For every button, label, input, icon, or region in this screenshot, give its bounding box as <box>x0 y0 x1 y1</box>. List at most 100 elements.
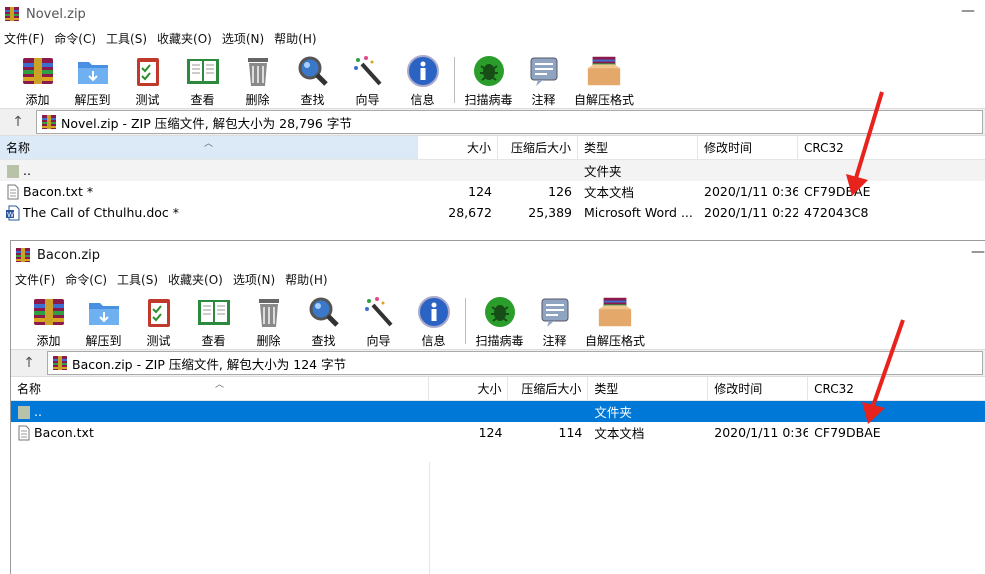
delete-button[interactable]: 删除 <box>230 53 285 108</box>
winrar-app-icon <box>16 248 30 262</box>
row-name: Bacon.txt * <box>23 184 94 199</box>
menu-tools[interactable]: 工具(S) <box>104 30 153 47</box>
column-header-type[interactable]: 类型 <box>578 136 698 159</box>
address-bar: ↑ Bacon.zip - ZIP 压缩文件, 解包大小为 124 字节 <box>11 349 985 377</box>
winrar-app-icon <box>5 7 19 21</box>
extract-folder-icon <box>74 53 112 89</box>
column-header-type[interactable]: 类型 <box>588 377 709 400</box>
file-list: .. 文件夹 Bacon.txt 124 114 文本文档 2020/1/11 … <box>11 401 985 443</box>
row-size <box>418 160 498 181</box>
comment-label: 注释 <box>531 93 556 107</box>
find-button[interactable]: 查找 <box>296 294 351 349</box>
table-row[interactable]: Bacon.txt * 124 126 文本文档 2020/1/11 0:36 … <box>0 181 985 202</box>
minimize-button[interactable]: — <box>971 244 985 260</box>
column-header-packed[interactable]: 压缩后大小 <box>498 136 578 159</box>
row-packed: 25,389 <box>528 205 572 220</box>
column-header-modified[interactable]: 修改时间 <box>708 377 809 400</box>
bacon-zip-window: Bacon.zip — 文件(F) 命令(C) 工具(S) 收藏夹(O) 选项(… <box>10 240 985 574</box>
column-divider <box>429 462 430 574</box>
menu-favorites[interactable]: 收藏夹(O) <box>166 271 229 288</box>
scan-virus-button[interactable]: 扫描病毒 <box>461 53 516 108</box>
row-type: 文本文档 <box>584 185 635 200</box>
toolbar-separator <box>454 57 455 103</box>
address-field[interactable]: Bacon.zip - ZIP 压缩文件, 解包大小为 124 字节 <box>47 351 983 375</box>
up-arrow-icon[interactable]: ↑ <box>11 355 47 371</box>
delete-button[interactable]: 删除 <box>241 294 296 349</box>
menu-commands[interactable]: 命令(C) <box>52 30 102 47</box>
column-header-packed[interactable]: 压缩后大小 <box>508 377 589 400</box>
menu-options[interactable]: 选项(N) <box>220 30 270 47</box>
svg-text:W: W <box>7 211 14 219</box>
extract-folder-icon <box>85 294 123 330</box>
menu-bar: 文件(F) 命令(C) 工具(S) 收藏夹(O) 选项(N) 帮助(H) <box>0 28 985 48</box>
menu-file[interactable]: 文件(F) <box>2 30 50 47</box>
address-field[interactable]: Novel.zip - ZIP 压缩文件, 解包大小为 28,796 字节 <box>36 110 983 134</box>
view-button[interactable]: 查看 <box>186 294 241 349</box>
column-header-size[interactable]: 大小 <box>429 377 509 400</box>
menu-help[interactable]: 帮助(H) <box>272 30 322 47</box>
column-header-crc32[interactable]: CRC32 <box>808 377 985 400</box>
table-row[interactable]: .. 文件夹 <box>11 401 985 422</box>
address-text: Bacon.zip - ZIP 压缩文件, 解包大小为 124 字节 <box>72 356 347 372</box>
column-header-crc32[interactable]: CRC32 <box>798 136 985 159</box>
row-name: Bacon.txt <box>34 425 94 440</box>
add-button[interactable]: 添加 <box>21 294 76 349</box>
toolbar: 添加 解压到 测试 查看 删除 查找 向导 信息 扫描病毒 注释 自解压格式 <box>0 48 985 108</box>
delete-label: 删除 <box>256 334 281 348</box>
test-button[interactable]: 测试 <box>131 294 186 349</box>
row-type: 文件夹 <box>594 405 632 420</box>
info-button[interactable]: 信息 <box>406 294 461 349</box>
view-button[interactable]: 查看 <box>175 53 230 108</box>
word-doc-icon: W <box>6 205 20 220</box>
delete-trash-icon <box>250 294 288 330</box>
sfx-button[interactable]: 自解压格式 <box>582 294 648 349</box>
info-button[interactable]: 信息 <box>395 53 450 108</box>
menu-bar: 文件(F) 命令(C) 工具(S) 收藏夹(O) 选项(N) 帮助(H) <box>11 269 985 289</box>
table-row[interactable]: .. 文件夹 <box>0 160 985 181</box>
find-button[interactable]: 查找 <box>285 53 340 108</box>
file-list-header: ︿ 名称 大小 压缩后大小 类型 修改时间 CRC32 <box>11 377 985 401</box>
comment-button[interactable]: 注释 <box>516 53 571 108</box>
minimize-button[interactable]: — <box>961 3 975 19</box>
menu-options[interactable]: 选项(N) <box>231 271 281 288</box>
comment-icon <box>536 294 574 330</box>
address-text: Novel.zip - ZIP 压缩文件, 解包大小为 28,796 字节 <box>61 115 352 131</box>
row-crc32 <box>808 401 985 422</box>
view-book-icon <box>184 53 222 89</box>
test-button[interactable]: 测试 <box>120 53 175 108</box>
add-button[interactable]: 添加 <box>10 53 65 108</box>
menu-favorites[interactable]: 收藏夹(O) <box>155 30 218 47</box>
table-row[interactable]: Bacon.txt 124 114 文本文档 2020/1/11 0:36 CF… <box>11 422 985 443</box>
row-size: 28,672 <box>448 205 492 220</box>
wizard-button[interactable]: 向导 <box>351 294 406 349</box>
text-file-icon <box>18 425 30 440</box>
table-row[interactable]: W The Call of Cthulhu.doc * 28,672 25,389… <box>0 202 985 223</box>
extract-to-button[interactable]: 解压到 <box>76 294 131 349</box>
info-label: 信息 <box>410 93 435 107</box>
wizard-button[interactable]: 向导 <box>340 53 395 108</box>
novel-zip-window: Novel.zip — 文件(F) 命令(C) 工具(S) 收藏夹(O) 选项(… <box>0 0 985 240</box>
column-header-size[interactable]: 大小 <box>418 136 498 159</box>
menu-help[interactable]: 帮助(H) <box>283 271 333 288</box>
scan-virus-button[interactable]: 扫描病毒 <box>472 294 527 349</box>
toolbar: 添加 解压到 测试 查看 删除 查找 向导 信息 扫描病毒 注释 自解压格式 <box>11 289 985 349</box>
sort-ascending-icon: ︿ <box>204 139 214 149</box>
find-magnifier-icon <box>305 294 343 330</box>
extract-to-button[interactable]: 解压到 <box>65 53 120 108</box>
title-bar[interactable]: Novel.zip — <box>0 0 985 28</box>
row-modified: 2020/1/11 0:22 <box>704 205 798 220</box>
test-clipboard-icon <box>129 53 167 89</box>
row-crc32 <box>798 160 985 181</box>
scan-virus-icon <box>481 294 519 330</box>
row-modified <box>708 401 808 422</box>
sfx-button[interactable]: 自解压格式 <box>571 53 637 108</box>
menu-tools[interactable]: 工具(S) <box>115 271 164 288</box>
title-bar[interactable]: Bacon.zip — <box>11 241 985 269</box>
scan-virus-icon <box>470 53 508 89</box>
row-size: 124 <box>468 184 492 199</box>
comment-button[interactable]: 注释 <box>527 294 582 349</box>
up-arrow-icon[interactable]: ↑ <box>0 114 36 130</box>
menu-file[interactable]: 文件(F) <box>13 271 61 288</box>
column-header-modified[interactable]: 修改时间 <box>698 136 798 159</box>
menu-commands[interactable]: 命令(C) <box>63 271 113 288</box>
